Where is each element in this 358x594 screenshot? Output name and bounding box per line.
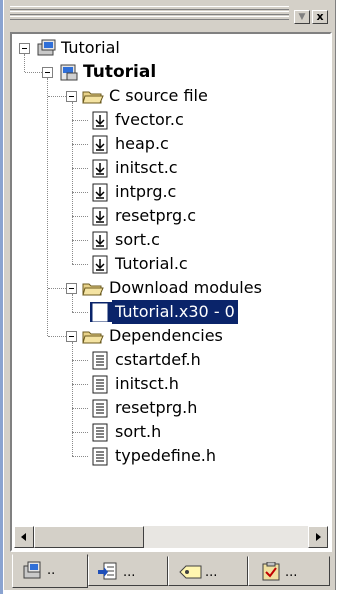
- open-folder-icon: [82, 283, 104, 296]
- scrollbar-thumb[interactable]: [34, 526, 144, 548]
- tree-connector-line: [72, 192, 88, 193]
- tree-node-file[interactable]: Tutorial.x30 - 0: [112, 300, 238, 324]
- scroll-left-button[interactable]: [14, 526, 34, 548]
- title-grip-line: [10, 16, 289, 20]
- tree-connector-line: [72, 216, 88, 217]
- panel-dropdown-button[interactable]: ▼: [294, 10, 310, 24]
- header-file-icon: [92, 351, 108, 370]
- c-source-file-icon: [92, 111, 108, 130]
- tree-node-folder[interactable]: Download modules: [106, 276, 265, 300]
- tree-connector-line: [48, 336, 66, 337]
- c-source-file-icon: [92, 255, 108, 274]
- tree-node-file[interactable]: resetprg.c: [112, 204, 199, 228]
- panel-close-button[interactable]: x: [312, 10, 328, 24]
- window-accent-strip: [0, 0, 3, 594]
- c-source-file-icon: [92, 207, 108, 226]
- download-module-icon: [90, 302, 112, 322]
- c-source-file-icon: [92, 159, 108, 178]
- tree-connector-line: [72, 120, 88, 121]
- title-grip-line: [10, 6, 289, 10]
- tree-connector-line: [72, 384, 88, 385]
- tree-connector-line: [25, 72, 42, 73]
- header-file-icon: [92, 423, 108, 442]
- c-source-file-icon: [92, 183, 108, 202]
- tree-node-folder[interactable]: Dependencies: [106, 324, 226, 348]
- collapse-toggle-icon[interactable]: [66, 91, 77, 102]
- tree-connector-line: [72, 264, 88, 265]
- label-tag-icon: [179, 565, 202, 579]
- tab-projects[interactable]: ..: [12, 554, 88, 588]
- collapse-toggle-icon[interactable]: [19, 43, 30, 54]
- tree-node-file[interactable]: sort.h: [112, 420, 164, 444]
- tree-connector-line: [72, 432, 88, 433]
- project-tree-view[interactable]: Tutorial Tutorial C source file fvector.c he…: [10, 32, 332, 552]
- tree-connector-line: [72, 168, 88, 169]
- tree-node-file[interactable]: cstartdef.h: [112, 348, 204, 372]
- panel-title-bar[interactable]: ▼ x: [4, 0, 335, 30]
- navigation-icon: [98, 562, 117, 580]
- tree-connector-line: [72, 342, 73, 456]
- tree-node-project[interactable]: Tutorial: [80, 60, 159, 84]
- right-arrow-icon: [316, 533, 321, 541]
- c-source-file-icon: [92, 135, 108, 154]
- tree-connector-line: [72, 408, 88, 409]
- workspace-tab-bar: .. ... ... ...: [10, 554, 332, 588]
- scroll-right-button[interactable]: [308, 526, 328, 548]
- workspace-icon: [23, 561, 41, 579]
- tree-node-file[interactable]: heap.c: [112, 132, 172, 156]
- tab-label: ...: [205, 565, 218, 580]
- left-arrow-icon: [21, 533, 26, 541]
- tree-connector-line: [72, 456, 88, 457]
- tree-node-file[interactable]: intprg.c: [112, 180, 179, 204]
- open-folder-icon: [82, 91, 104, 104]
- tree-node-file[interactable]: fvector.c: [112, 108, 187, 132]
- horizontal-scrollbar[interactable]: [14, 526, 328, 548]
- title-grip-line: [10, 11, 289, 15]
- tree-connector-line: [72, 312, 88, 313]
- tree-connector-line: [72, 294, 73, 312]
- workspace-icon: [37, 39, 56, 56]
- tree-connector-line: [72, 240, 88, 241]
- checklist-icon: [262, 562, 280, 581]
- collapse-toggle-icon[interactable]: [42, 67, 53, 78]
- tree-connector-line: [72, 144, 88, 145]
- header-file-icon: [92, 447, 108, 466]
- tab-labels[interactable]: ...: [168, 556, 248, 586]
- c-source-file-icon: [92, 231, 108, 250]
- tree-node-file[interactable]: initsct.h: [112, 372, 182, 396]
- header-file-icon: [92, 399, 108, 418]
- header-file-icon: [92, 375, 108, 394]
- tree-connector-line: [72, 102, 73, 264]
- tree-node-file[interactable]: initsct.c: [112, 156, 181, 180]
- tree-content: Tutorial Tutorial C source file fvector.c he…: [12, 34, 330, 524]
- tab-label: ...: [285, 565, 298, 580]
- tree-connector-line: [48, 96, 66, 97]
- tree-node-file[interactable]: Tutorial.c: [112, 252, 191, 276]
- collapse-toggle-icon[interactable]: [66, 331, 77, 342]
- tab-tests[interactable]: ...: [248, 556, 330, 586]
- tab-label: ...: [123, 565, 136, 580]
- workspace-panel: ▼ x Tutorial Tutorial C source file fvector…: [4, 0, 336, 590]
- collapse-toggle-icon[interactable]: [66, 283, 77, 294]
- tree-node-file[interactable]: typedefine.h: [112, 444, 219, 468]
- tree-node-file[interactable]: sort.c: [112, 228, 163, 252]
- open-folder-icon: [82, 331, 104, 344]
- tree-connector-line: [24, 54, 25, 72]
- tree-node-workspace[interactable]: Tutorial: [58, 36, 123, 60]
- tree-connector-line: [47, 78, 48, 336]
- tree-node-folder[interactable]: C source file: [106, 84, 211, 108]
- project-icon: [60, 64, 78, 81]
- tree-connector-line: [48, 288, 66, 289]
- tree-node-file[interactable]: resetprg.h: [112, 396, 200, 420]
- tree-connector-line: [72, 360, 88, 361]
- tab-navigation[interactable]: ...: [88, 556, 168, 586]
- tab-label: ..: [47, 563, 56, 578]
